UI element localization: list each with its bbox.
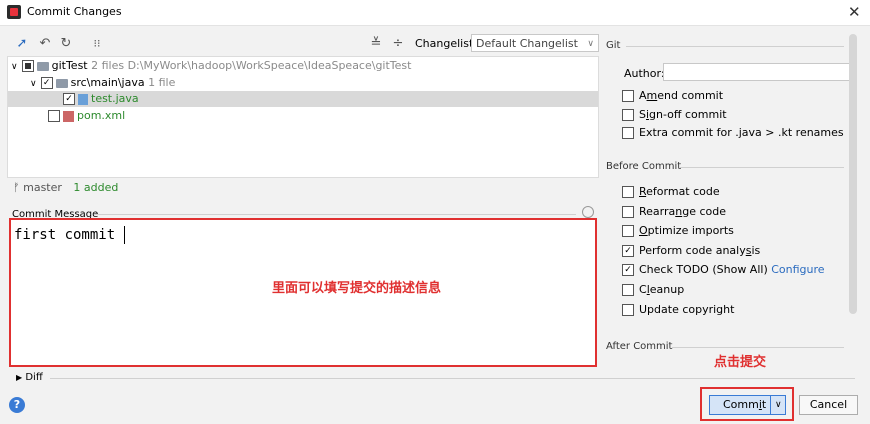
test-java-name: test.java (91, 92, 139, 105)
message-annotation: 里面可以填写提交的描述信息 (272, 281, 442, 296)
git-section-title: Git (606, 40, 621, 51)
folder-icon (55, 78, 68, 88)
tree-row-test-java[interactable]: ✓ test.java (8, 91, 598, 107)
divider (680, 167, 844, 168)
update-copyright-option[interactable]: Update copyright (622, 303, 734, 316)
branch-icon: ᚠ (13, 181, 20, 194)
options-scrollbar[interactable] (849, 34, 857, 314)
group-icon[interactable]: ⁝⁝ (89, 36, 105, 52)
help-icon[interactable]: ? (9, 397, 25, 413)
folder-checkbox[interactable]: ✓ (40, 77, 53, 89)
folder-icon (36, 61, 49, 71)
divider (672, 347, 844, 348)
changes-tree[interactable]: ∨ gitTest 2 files D:\MyWork\hadoop\WorkSp… (7, 56, 599, 178)
branch-status: ᚠ master 1 added (13, 181, 118, 194)
java-file-icon (78, 93, 88, 105)
changelist-select[interactable]: Default Changelist ∨ (471, 34, 599, 52)
pom-xml-name: pom.xml (77, 109, 126, 122)
changelist-label: Changelist: (415, 37, 477, 50)
before-commit-title: Before Commit (606, 161, 682, 172)
root-name: gitTest (51, 59, 88, 72)
test-java-checkbox[interactable]: ✓ (63, 93, 75, 105)
expand-all-icon[interactable]: ≚ (368, 36, 384, 52)
root-info: 2 files D:\MyWork\hadoop\WorkSpeace\Idea… (91, 59, 412, 72)
reformat-code-option[interactable]: Reformat code (622, 185, 720, 198)
pom-xml-checkbox[interactable] (48, 110, 60, 122)
diff-toggle[interactable]: ▶ Diff (16, 372, 43, 383)
code-analysis-option[interactable]: ✓ Perform code analysis (622, 244, 760, 257)
tree-row-pom-xml[interactable]: pom.xml (8, 108, 598, 124)
tree-row-root[interactable]: ∨ gitTest 2 files D:\MyWork\hadoop\WorkSp… (8, 58, 598, 74)
optimize-checkbox[interactable] (622, 225, 634, 237)
todo-checkbox[interactable]: ✓ (622, 264, 634, 276)
commit-message-text: first commit (14, 227, 116, 243)
reformat-checkbox[interactable] (622, 186, 634, 198)
copyright-checkbox[interactable] (622, 304, 634, 316)
text-caret (124, 226, 125, 244)
extra-commit-option[interactable]: Extra commit for .java > .kt renames (622, 126, 844, 139)
amend-checkbox[interactable] (622, 90, 634, 102)
chevron-right-icon: ▶ (16, 373, 23, 382)
cancel-button[interactable]: Cancel (799, 395, 858, 415)
title-bar: Commit Changes ✕ (0, 0, 870, 26)
commit-label: Commit (723, 398, 767, 411)
divider (94, 214, 576, 215)
commit-button[interactable]: Commit ∨ (709, 395, 786, 415)
divider (50, 378, 855, 379)
chevron-down-icon[interactable]: ∨ (30, 79, 37, 89)
author-input[interactable] (663, 63, 853, 81)
amend-commit-option[interactable]: Amend commit (622, 89, 723, 102)
tree-row-folder[interactable]: ∨ ✓ src\main\java 1 file (8, 75, 598, 91)
chevron-down-icon[interactable]: ∨ (11, 62, 18, 72)
cleanup-checkbox[interactable] (622, 284, 634, 296)
author-label: Author: (624, 67, 665, 80)
undo-icon[interactable]: ↶ (37, 36, 53, 52)
collapse-all-icon[interactable]: ÷ (390, 36, 406, 52)
divider (626, 46, 844, 47)
check-todo-option[interactable]: ✓ Check TODO (Show All) Configure (622, 263, 825, 276)
configure-link[interactable]: Configure (771, 263, 824, 276)
signoff-commit-option[interactable]: Sign-off commit (622, 108, 727, 121)
added-count: 1 added (73, 181, 119, 194)
changelist-value: Default Changelist (476, 37, 578, 50)
branch-name: master (23, 181, 62, 194)
signoff-checkbox[interactable] (622, 109, 634, 121)
app-icon (7, 5, 21, 19)
diff-label: Diff (25, 372, 43, 383)
refresh-icon[interactable]: ↻ (58, 36, 74, 52)
folder-info: 1 file (148, 76, 176, 89)
commit-annotation: 点击提交 (714, 355, 767, 370)
chevron-down-icon[interactable]: ∨ (775, 396, 782, 414)
window-title: Commit Changes (27, 5, 122, 18)
rearrange-checkbox[interactable] (622, 206, 634, 218)
history-icon[interactable] (582, 206, 594, 218)
after-commit-title: After Commit (606, 341, 673, 352)
root-checkbox[interactable] (21, 60, 34, 72)
optimize-imports-option[interactable]: Optimize imports (622, 224, 734, 237)
cleanup-option[interactable]: Cleanup (622, 283, 684, 296)
move-icon[interactable]: ➚ (14, 36, 30, 52)
extra-commit-checkbox[interactable] (622, 127, 634, 139)
chevron-down-icon: ∨ (587, 39, 594, 49)
maven-file-icon (63, 110, 74, 122)
rearrange-code-option[interactable]: Rearrange code (622, 205, 726, 218)
analysis-checkbox[interactable]: ✓ (622, 245, 634, 257)
close-icon[interactable]: ✕ (848, 3, 861, 21)
folder-name: src\main\java (70, 76, 145, 89)
